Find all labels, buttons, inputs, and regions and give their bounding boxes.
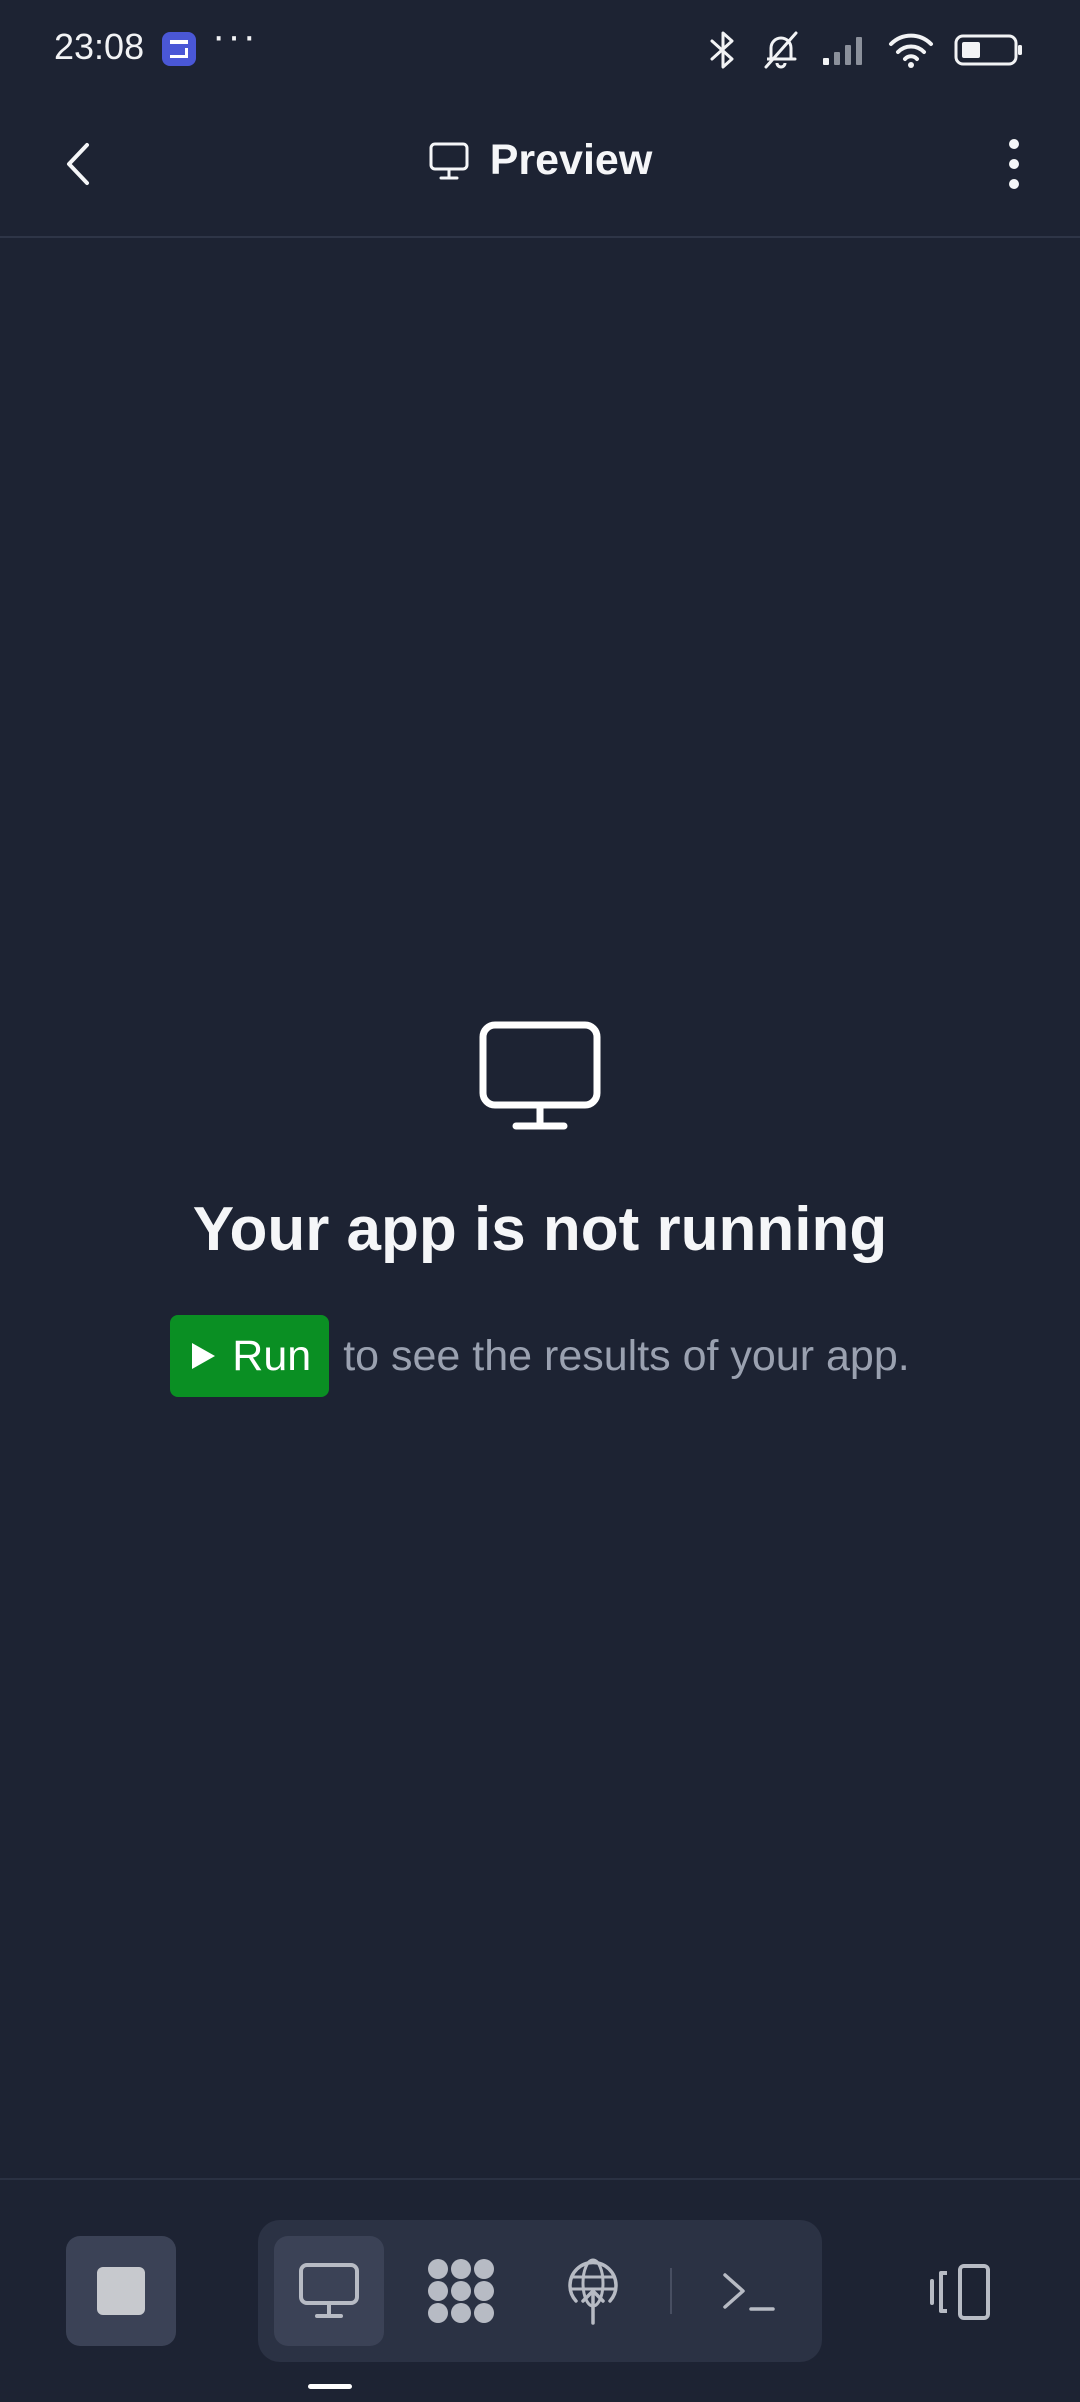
bluetooth-icon (710, 31, 734, 69)
terminal-icon (723, 2273, 775, 2311)
wifi-icon (889, 33, 933, 68)
run-button-label: Run (232, 1331, 312, 1380)
play-icon (192, 1343, 216, 1369)
globe-deploy-icon (568, 2258, 618, 2325)
status-bar: 23:08 ··· (0, 0, 1080, 100)
page-title: Preview (0, 136, 1080, 185)
battery-icon (954, 34, 1022, 66)
status-overflow: ··· (212, 14, 258, 58)
page-title-text: Preview (489, 136, 653, 184)
packages-icon (428, 2259, 494, 2323)
signal-icon (823, 37, 862, 65)
device-switch-button[interactable] (920, 2252, 1000, 2332)
empty-state-hint-text: to see the results of your app. (343, 1331, 910, 1380)
status-icons (706, 28, 1024, 72)
home-indicator (308, 2384, 352, 2389)
monitor-icon (429, 142, 469, 179)
empty-state: Your app is not running Run to see the r… (0, 1020, 1080, 1397)
run-button[interactable]: Run (170, 1315, 330, 1397)
tool-tabs (258, 2220, 822, 2362)
stop-button[interactable] (66, 2236, 176, 2346)
monitor-icon (299, 2263, 359, 2318)
tab-console[interactable] (694, 2236, 804, 2346)
monitor-icon (479, 1021, 601, 1130)
bell-off-icon (764, 31, 798, 69)
bottom-toolbar (0, 2178, 1080, 2402)
stop-icon (97, 2267, 145, 2315)
top-app-bar: Preview (0, 100, 1080, 238)
empty-state-title: Your app is not running (192, 1195, 888, 1264)
tab-packages[interactable] (406, 2236, 516, 2346)
app-notification-icon (162, 32, 196, 66)
tab-preview[interactable] (274, 2236, 384, 2346)
empty-state-hint: Run to see the results of your app. (0, 1315, 1080, 1397)
tab-deploy[interactable] (538, 2236, 648, 2346)
status-time: 23:08 (54, 26, 145, 67)
tab-divider (670, 2268, 672, 2314)
device-switch-icon (930, 2264, 990, 2320)
more-options-button[interactable] (994, 134, 1034, 194)
more-vertical-icon (1009, 139, 1019, 189)
